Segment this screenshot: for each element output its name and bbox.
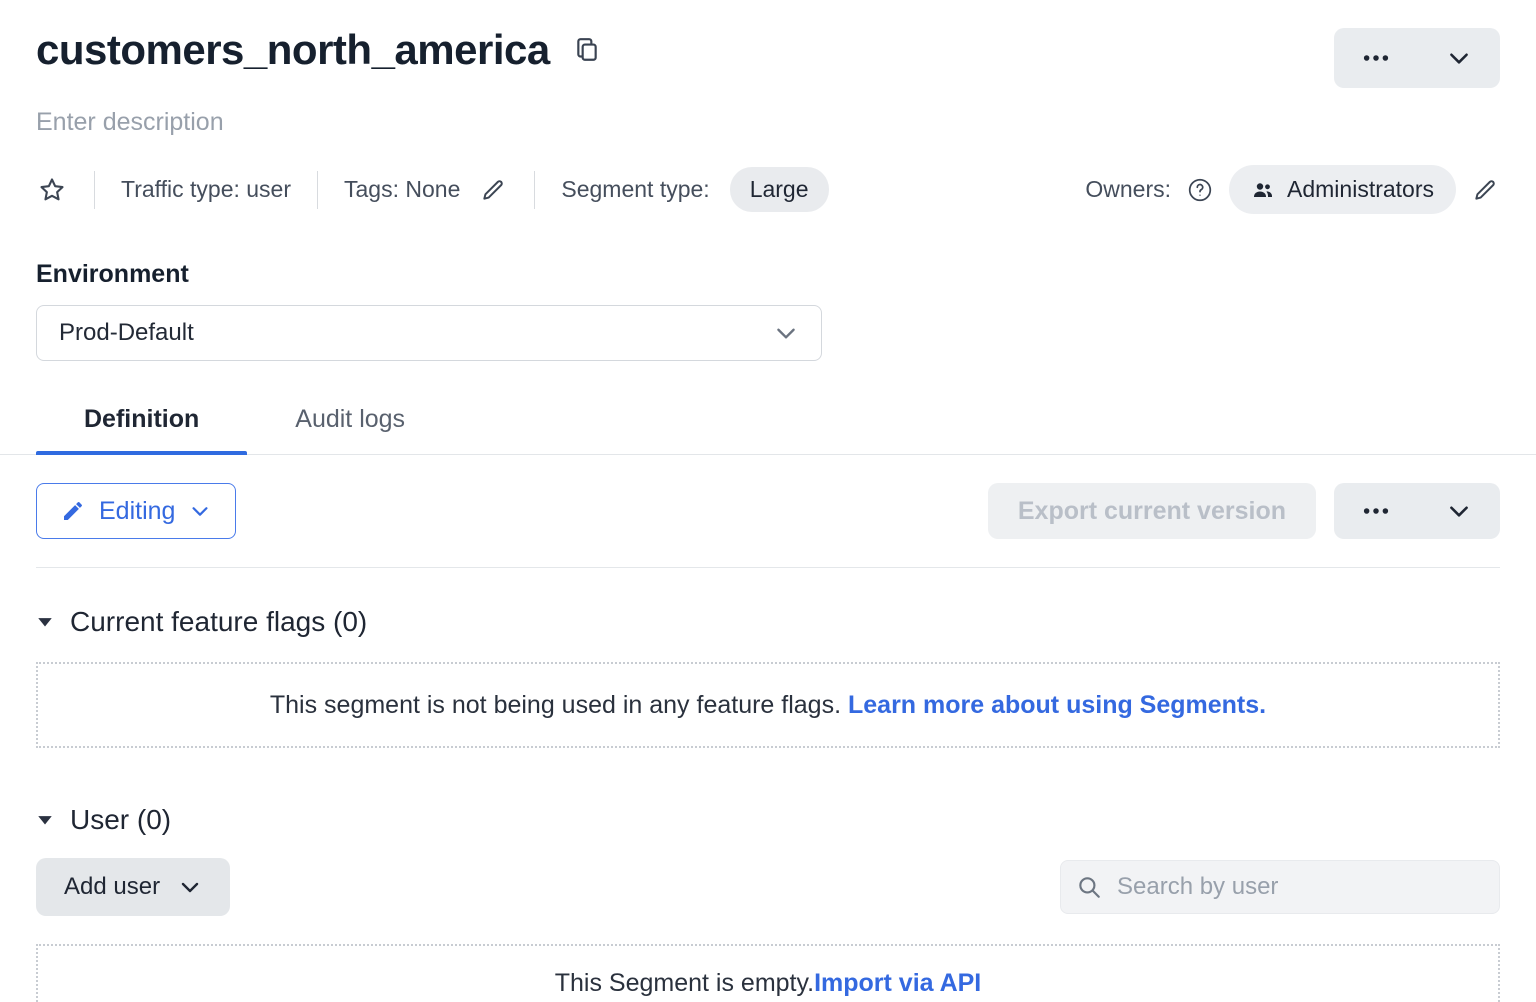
user-empty-text: This Segment is empty. xyxy=(555,969,814,998)
user-section-header[interactable]: User (0) xyxy=(36,804,1500,836)
tab-definition[interactable]: Definition xyxy=(36,405,247,454)
actions-chevron-button[interactable] xyxy=(1417,28,1500,88)
traffic-type-label: Traffic type: user xyxy=(121,176,291,203)
header-actions-group xyxy=(1334,28,1500,88)
editing-mode-button[interactable]: Editing xyxy=(36,483,236,539)
feature-flags-empty-state: This segment is not being used in any fe… xyxy=(36,662,1500,748)
edit-owners-icon[interactable] xyxy=(1470,175,1500,205)
owners-label: Owners: xyxy=(1085,176,1171,203)
feature-flags-section-title: Current feature flags (0) xyxy=(70,606,367,638)
favorite-star-icon[interactable] xyxy=(36,174,68,206)
chevron-down-icon xyxy=(178,875,202,899)
divider xyxy=(317,171,318,209)
meta-row: Traffic type: user Tags: None Segment ty… xyxy=(36,165,1500,214)
owners-badge[interactable]: Administrators xyxy=(1229,165,1456,214)
feature-flags-empty-text: This segment is not being used in any fe… xyxy=(270,691,848,720)
chevron-down-icon xyxy=(189,500,211,522)
people-icon xyxy=(1251,178,1275,202)
tab-audit-logs[interactable]: Audit logs xyxy=(247,405,453,454)
learn-more-link[interactable]: Learn more about using Segments. xyxy=(848,691,1266,720)
divider xyxy=(534,171,535,209)
owners-value: Administrators xyxy=(1287,176,1434,203)
copy-name-icon[interactable] xyxy=(570,31,604,69)
segment-type-badge: Large xyxy=(730,167,829,212)
more-actions-button[interactable] xyxy=(1334,28,1417,88)
tags-label: Tags: None xyxy=(344,176,460,203)
add-user-label: Add user xyxy=(64,873,160,901)
search-user-input[interactable] xyxy=(1060,860,1500,914)
user-empty-state: This Segment is empty.Import via API xyxy=(36,944,1500,1002)
feature-flags-section: Current feature flags (0) This segment i… xyxy=(36,606,1500,748)
add-user-button[interactable]: Add user xyxy=(36,858,230,916)
export-current-version-button[interactable]: Export current version xyxy=(988,483,1316,539)
owners-help-icon[interactable] xyxy=(1185,175,1215,205)
title-row: customers_north_america xyxy=(36,26,1500,88)
segment-page: customers_north_america Enter descri xyxy=(0,0,1536,1002)
environment-selected-value: Prod-Default xyxy=(59,319,194,347)
caret-down-icon xyxy=(36,811,54,829)
pencil-icon xyxy=(61,499,85,523)
user-controls-row: Add user xyxy=(36,858,1500,916)
definition-more-button[interactable] xyxy=(1334,483,1417,539)
environment-select[interactable]: Prod-Default xyxy=(36,305,822,361)
caret-down-icon xyxy=(36,613,54,631)
editing-label: Editing xyxy=(99,497,175,526)
definition-toolbar: Editing Export current version xyxy=(36,483,1500,539)
tab-bar: Definition Audit logs xyxy=(0,405,1536,455)
search-icon xyxy=(1076,874,1102,900)
definition-chevron-button[interactable] xyxy=(1417,483,1500,539)
feature-flags-section-header[interactable]: Current feature flags (0) xyxy=(36,606,1500,638)
description-placeholder[interactable]: Enter description xyxy=(36,108,1500,137)
owners-group: Owners: Administrators xyxy=(1085,165,1500,214)
user-section-title: User (0) xyxy=(70,804,171,836)
import-via-api-link[interactable]: Import via API xyxy=(814,969,981,998)
chevron-down-icon xyxy=(773,320,799,346)
environment-label: Environment xyxy=(36,260,1500,289)
divider xyxy=(94,171,95,209)
search-user-wrap xyxy=(1060,860,1500,914)
section-divider xyxy=(36,567,1500,568)
segment-type-label: Segment type: xyxy=(561,176,709,203)
user-section: User (0) Add user This Segment is empty.… xyxy=(36,804,1500,1002)
definition-actions-group xyxy=(1334,483,1500,539)
page-title: customers_north_america xyxy=(36,26,550,74)
edit-tags-icon[interactable] xyxy=(478,175,508,205)
